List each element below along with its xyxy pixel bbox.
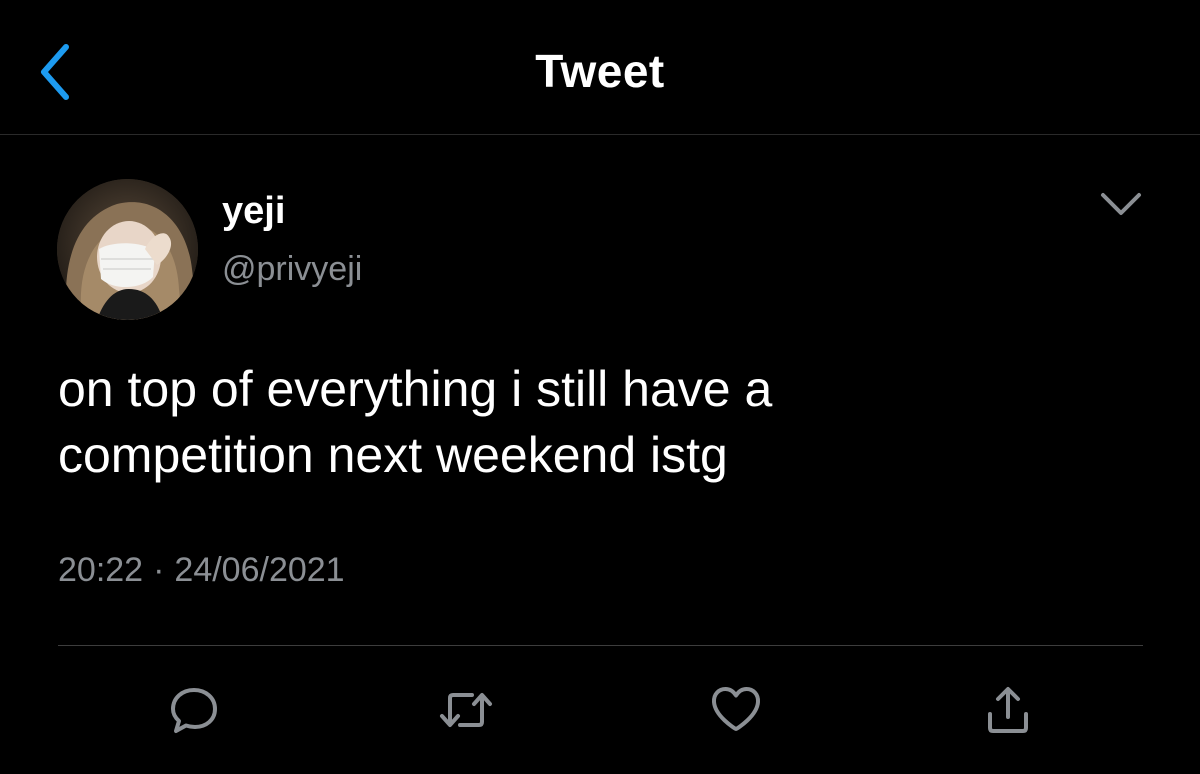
tweet-timestamp: 20:22 · 24/06/2021 [58,551,345,590]
share-button[interactable] [980,682,1036,738]
reply-icon [171,688,217,733]
tweet-date: 24/06/2021 [174,551,345,589]
tweet-text-line: on top of everything i still have a [58,361,773,417]
divider [58,645,1143,646]
retweet-icon [440,693,492,727]
heart-icon [711,687,761,731]
share-icon [988,687,1028,733]
avatar-image [57,179,198,320]
tweet-time: 20:22 [58,551,144,589]
avatar[interactable] [57,179,198,320]
separator-dot: · [153,551,165,589]
like-button[interactable] [708,682,764,738]
tweet-text-line: competition next weekend istg [58,427,728,483]
chevron-down-icon [1101,193,1141,215]
more-options-button[interactable] [1095,182,1147,226]
tweet-text: on top of everything i still have a comp… [58,356,1158,488]
user-handle[interactable]: @privyeji [222,250,362,289]
retweet-button[interactable] [438,682,494,738]
top-navigation-bar: Tweet [0,0,1200,135]
reply-button[interactable] [166,682,222,738]
page-title: Tweet [535,45,665,97]
display-name[interactable]: yeji [222,190,285,233]
